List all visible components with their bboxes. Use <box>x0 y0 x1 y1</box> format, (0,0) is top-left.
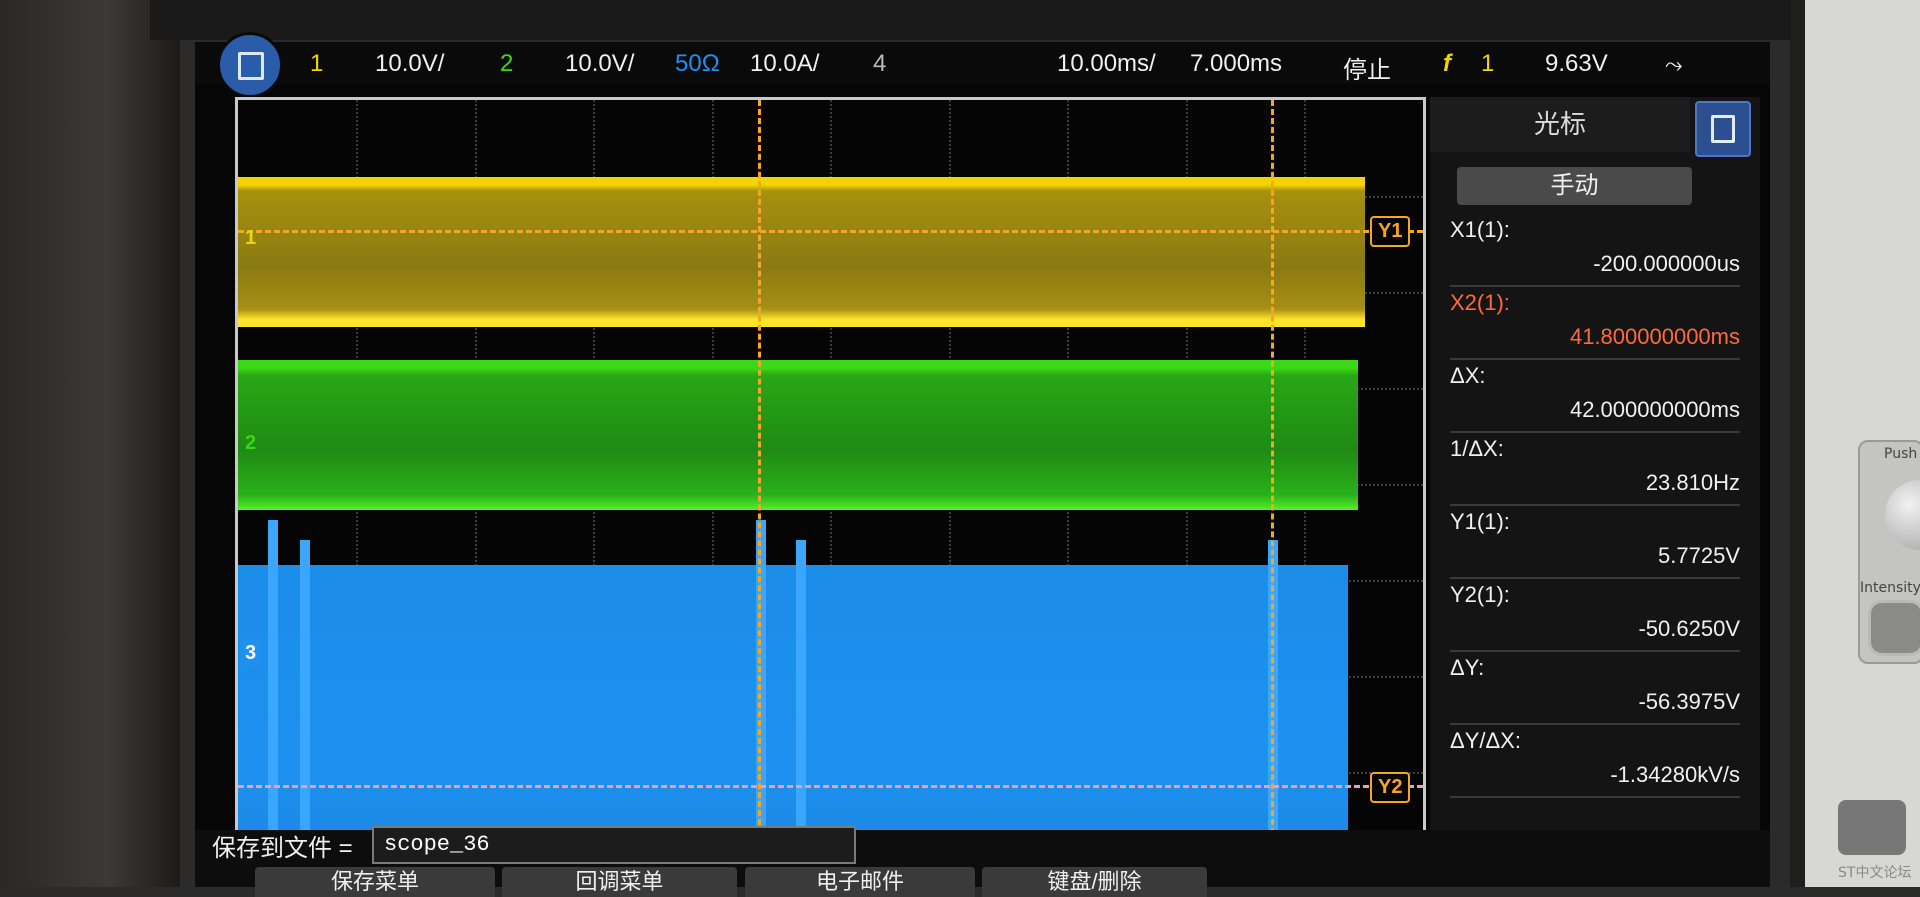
slope-readout: ΔY/ΔX: -1.34280kV/s <box>1450 728 1740 798</box>
slope-value: -1.34280kV/s <box>1450 762 1740 798</box>
y1-value: 5.7725V <box>1450 543 1740 579</box>
y2-label: Y2(1): <box>1450 582 1510 607</box>
inverse-delta-x-label: 1/ΔX: <box>1450 436 1504 461</box>
ch3-impedance[interactable]: 50Ω <box>675 50 720 78</box>
ch1-waveform <box>238 177 1365 327</box>
x2-label: X2(1): <box>1450 290 1510 315</box>
cursor-mode-button[interactable]: 手动 <box>1457 167 1692 205</box>
cursor-panel: 光标 手动 X1(1): -200.000000us X2(1): 41.800… <box>1430 97 1760 867</box>
filename-input[interactable]: scope_36 <box>372 826 856 864</box>
ch3-waveform <box>238 565 1348 870</box>
ch4-label[interactable]: 4 <box>873 50 886 78</box>
y1-label: Y1(1): <box>1450 509 1510 534</box>
scope-bezel-top <box>150 0 1810 40</box>
slope-label: ΔY/ΔX: <box>1450 728 1521 753</box>
y1-cursor-line[interactable] <box>238 230 1423 233</box>
status-bar: 1 10.0V/ 2 10.0V/ 50Ω 10.0A/ 4 10.00ms/ … <box>195 42 1770 84</box>
scope-bezel-left <box>0 0 180 887</box>
x1-value: -200.000000us <box>1450 251 1740 287</box>
y1-readout: Y1(1): 5.7725V <box>1450 509 1740 579</box>
ch3-spike <box>796 540 806 870</box>
ch1-ground-marker[interactable]: 1 <box>241 225 260 252</box>
waveform-display[interactable]: 1 2 3 Y1 Y2 X1 X2 <box>235 97 1426 873</box>
ch3-scale[interactable]: 10.0A/ <box>750 50 819 78</box>
ch3-spike <box>300 540 310 870</box>
panel-menu-icon[interactable] <box>1695 101 1751 157</box>
run-state[interactable]: 停止 <box>1343 50 1391 85</box>
x1-readout: X1(1): -200.000000us <box>1450 217 1740 287</box>
x1-cursor-line[interactable] <box>758 100 761 870</box>
delta-y-label: ΔY: <box>1450 655 1485 680</box>
ch2-ground-marker[interactable]: 2 <box>241 430 260 457</box>
y2-readout: Y2(1): -50.6250V <box>1450 582 1740 652</box>
save-to-file-label: 保存到文件 = <box>212 835 353 862</box>
save-menu-button[interactable]: 保存菜单 <box>255 867 495 897</box>
delta-x-value: 42.000000000ms <box>1450 397 1740 433</box>
y2-cursor-tag[interactable]: Y2 <box>1370 772 1411 803</box>
scope-screen: 1 10.0V/ 2 10.0V/ 50Ω 10.0A/ 4 10.00ms/ … <box>195 32 1770 887</box>
x2-readout: X2(1): 41.800000000ms <box>1450 290 1740 360</box>
recall-menu-button[interactable]: 回调菜单 <box>502 867 737 897</box>
watermark-text: ST中文论坛 <box>1838 865 1912 881</box>
y2-value: -50.6250V <box>1450 616 1740 652</box>
ch3-ground-marker[interactable]: 3 <box>241 640 261 667</box>
x2-cursor-line[interactable] <box>1271 100 1274 870</box>
ch1-label[interactable]: 1 <box>310 50 323 78</box>
delta-y-value: -56.3975V <box>1450 689 1740 725</box>
delay-value[interactable]: 7.000ms <box>1190 50 1282 78</box>
cursor-panel-title: 光标 <box>1430 97 1690 152</box>
delta-y-readout: ΔY: -56.3975V <box>1450 655 1740 725</box>
x1-label: X1(1): <box>1450 217 1510 242</box>
ch2-scale[interactable]: 10.0V/ <box>565 50 634 78</box>
inverse-delta-x-readout: 1/ΔX: 23.810Hz <box>1450 436 1740 506</box>
keyboard-delete-button[interactable]: 键盘/删除 <box>982 867 1207 897</box>
trigger-level[interactable]: 9.63V <box>1545 50 1608 78</box>
y2-cursor-line[interactable] <box>238 785 1423 788</box>
delta-x-readout: ΔX: 42.000000000ms <box>1450 363 1740 433</box>
trigger-slope-icon[interactable]: ⤳ <box>1665 52 1683 78</box>
ch3-spike <box>268 520 278 870</box>
inverse-delta-x-value: 23.810Hz <box>1450 470 1740 506</box>
delta-x-label: ΔX: <box>1450 363 1486 388</box>
forum-logo-icon <box>1838 800 1906 855</box>
trigger-source[interactable]: 1 <box>1481 50 1494 78</box>
x2-value: 41.800000000ms <box>1450 324 1740 360</box>
ch1-scale[interactable]: 10.0V/ <box>375 50 444 78</box>
y1-cursor-tag[interactable]: Y1 <box>1370 216 1411 247</box>
ch2-label[interactable]: 2 <box>500 50 513 78</box>
intensity-label: Intensity <box>1860 580 1920 596</box>
trigger-icon: f <box>1443 50 1451 77</box>
push-label: Push <box>1884 446 1918 462</box>
main-menu-icon[interactable] <box>217 32 283 98</box>
intensity-button[interactable] <box>1868 600 1920 656</box>
ch2-waveform <box>238 360 1358 510</box>
timebase-value[interactable]: 10.00ms/ <box>1057 50 1156 78</box>
email-button[interactable]: 电子邮件 <box>745 867 975 897</box>
